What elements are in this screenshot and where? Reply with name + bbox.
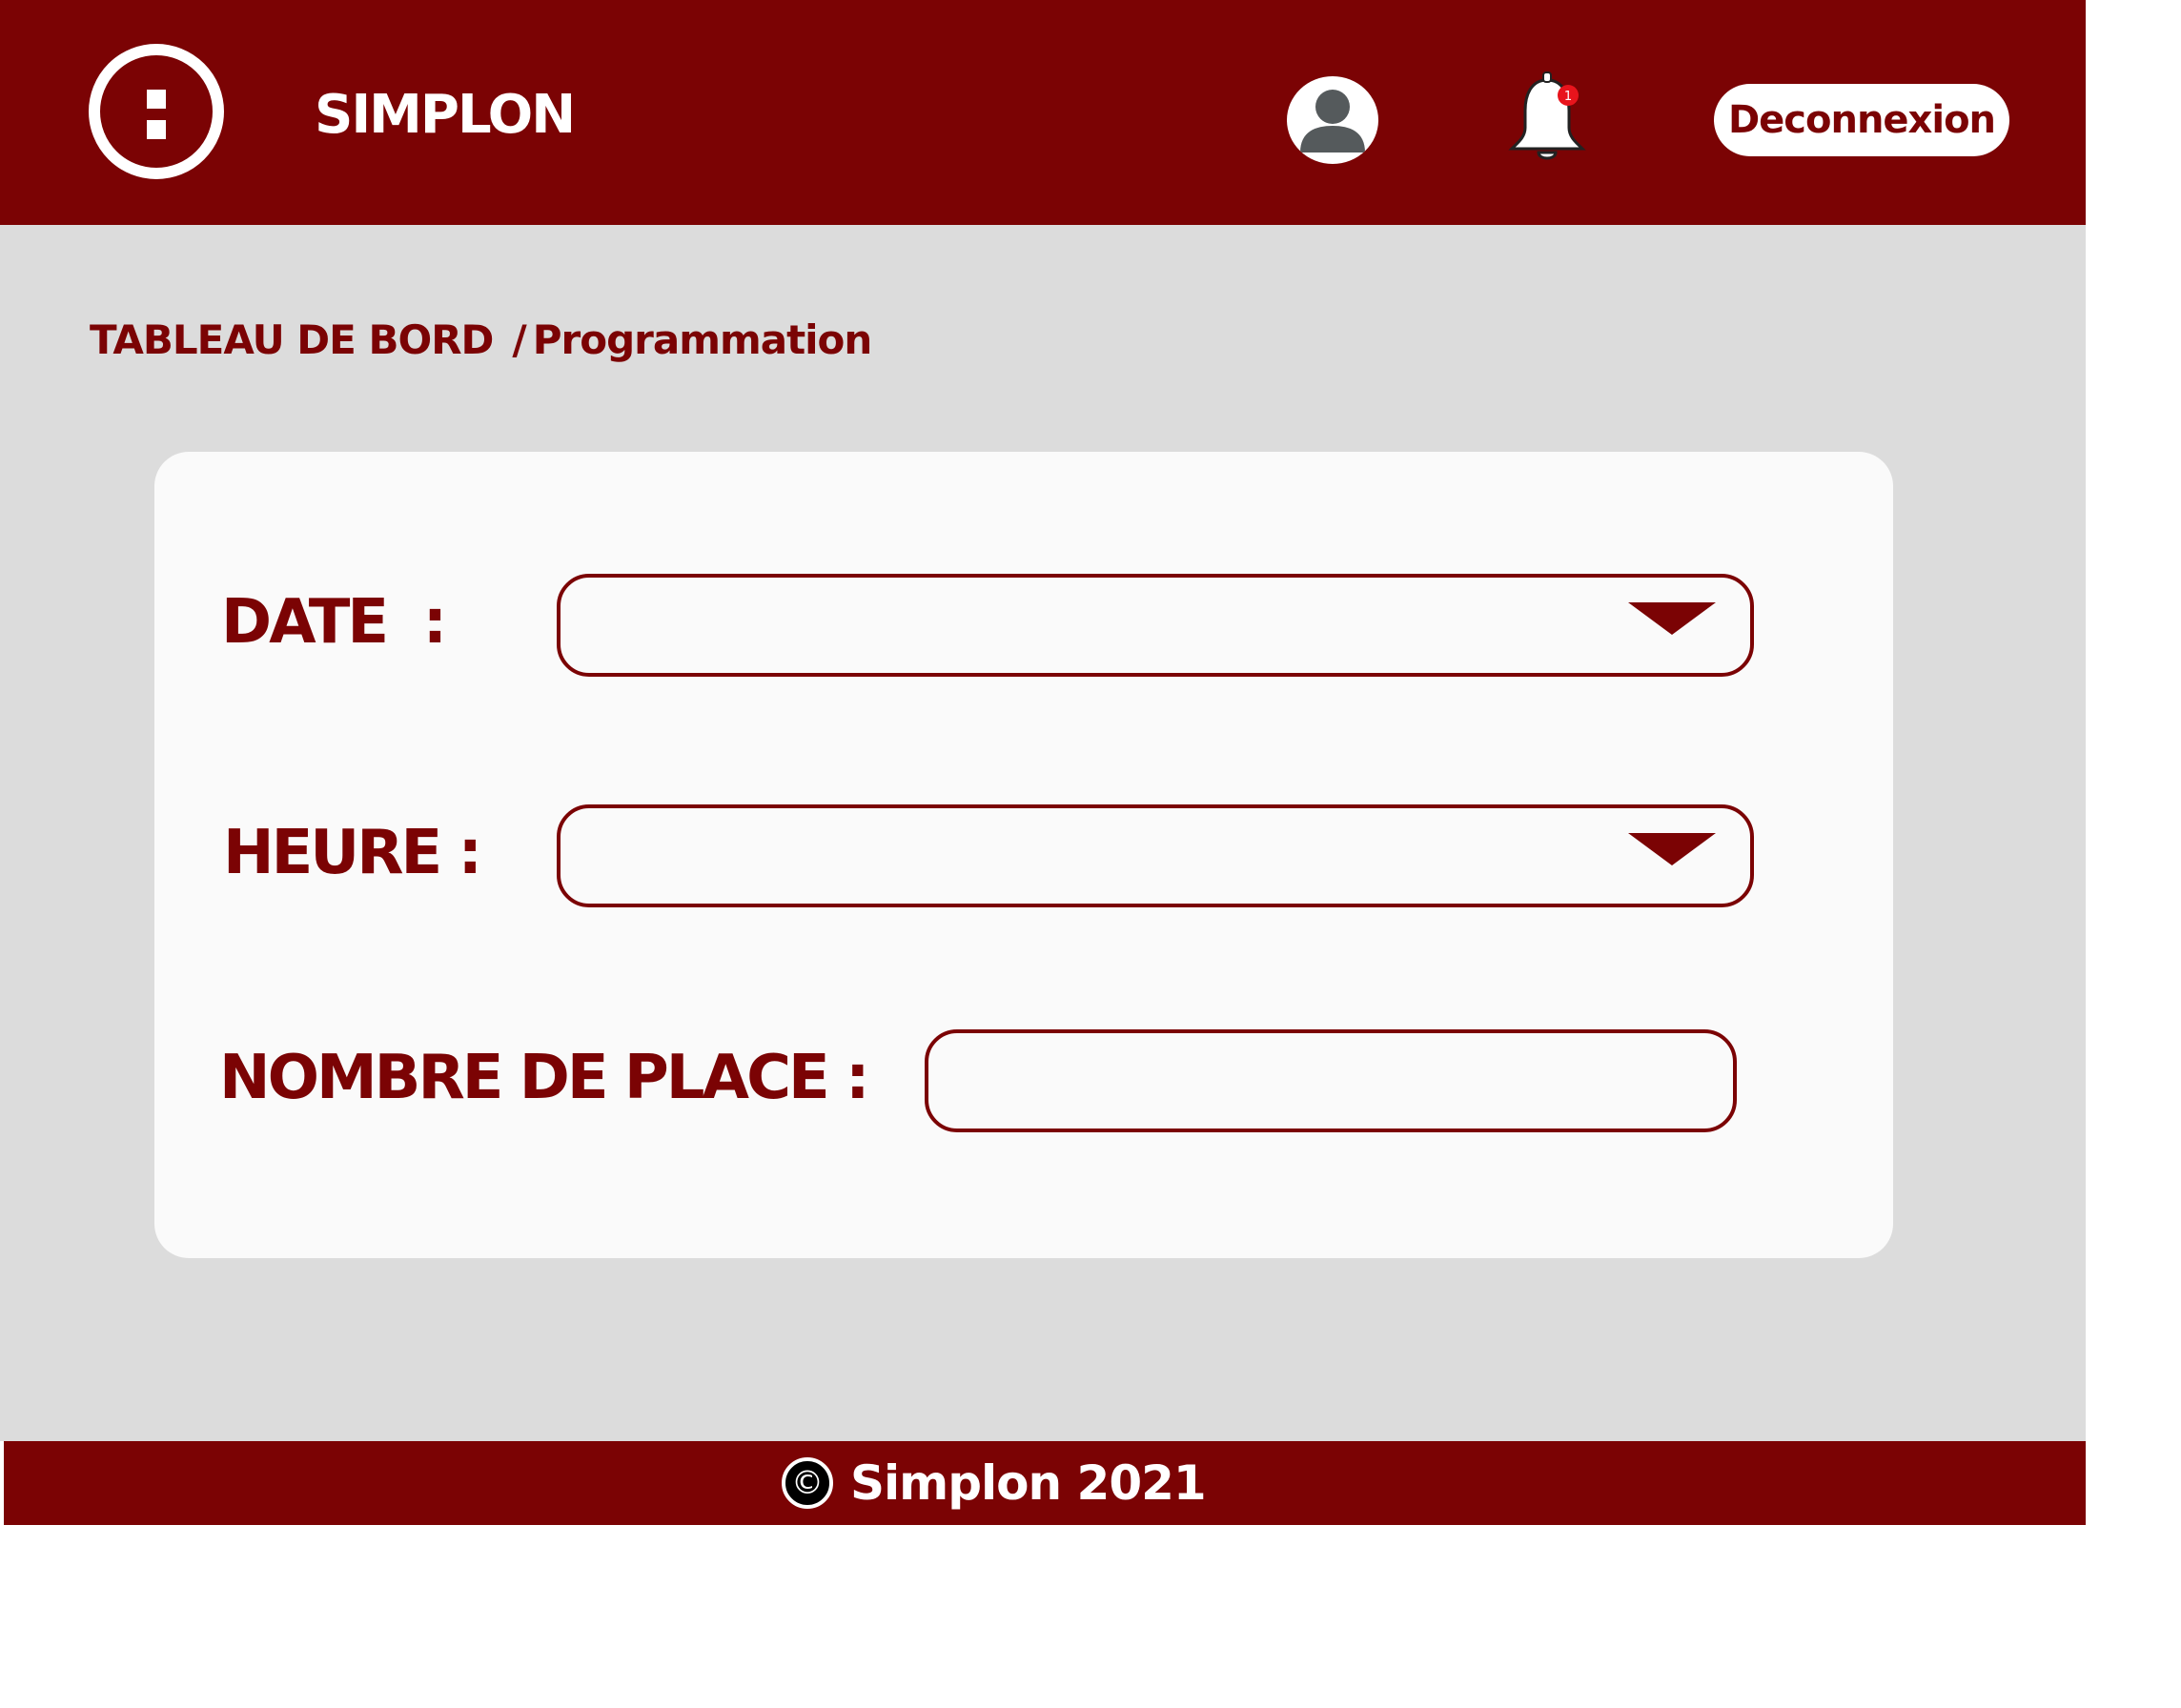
main-content: TABLEAU DE BORD / Programmation DATE : HEU… bbox=[0, 225, 2086, 1441]
breadcrumb-dashboard-link[interactable]: TABLEAU DE BORD bbox=[90, 316, 494, 363]
breadcrumb-current: Programmation bbox=[532, 316, 873, 363]
nombre-de-place-input[interactable] bbox=[925, 1029, 1737, 1132]
logout-button[interactable]: Deconnexion bbox=[1714, 84, 2009, 156]
logo-dot-top bbox=[147, 90, 166, 109]
breadcrumb: TABLEAU DE BORD / Programmation bbox=[90, 316, 873, 363]
user-avatar-icon[interactable] bbox=[1287, 76, 1378, 164]
app-menu-icon[interactable] bbox=[89, 44, 224, 179]
footer: © Simplon 2021 bbox=[4, 1441, 2086, 1525]
heure-select[interactable] bbox=[557, 804, 1754, 907]
top-header: SIMPLON 1 Deconnexion bbox=[0, 0, 2086, 225]
programmation-form-card: DATE : HEURE : NOMBRE DE PLACE : bbox=[154, 452, 1893, 1258]
date-select[interactable] bbox=[557, 574, 1754, 677]
breadcrumb-separator: / bbox=[512, 316, 527, 363]
brand-name: SIMPLON bbox=[315, 84, 576, 146]
notification-count: 1 bbox=[1564, 90, 1572, 104]
notification-bell-icon[interactable]: 1 bbox=[1504, 71, 1590, 170]
copyright-icon: © bbox=[782, 1457, 833, 1509]
logo-dot-bottom bbox=[147, 120, 166, 139]
heure-label: HEURE : bbox=[223, 818, 482, 888]
chevron-down-icon bbox=[1628, 602, 1716, 635]
user-silhouette-icon bbox=[1300, 90, 1365, 152]
footer-copyright-text: Simplon 2021 bbox=[850, 1455, 1207, 1511]
chevron-down-icon bbox=[1628, 833, 1716, 865]
nombre-de-place-label: NOMBRE DE PLACE : bbox=[219, 1043, 870, 1113]
date-label: DATE : bbox=[221, 587, 447, 658]
